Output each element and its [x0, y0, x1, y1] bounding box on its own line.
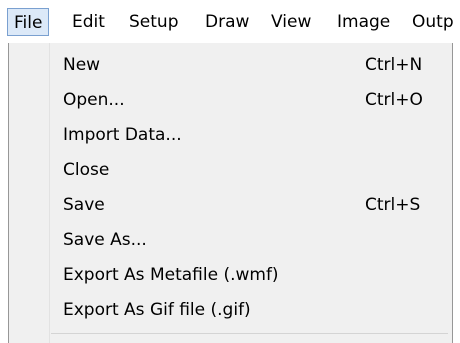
menu-item-shortcut: Ctrl+S — [365, 195, 421, 215]
menu-bar: File Edit Setup Draw View Image Outp — [0, 0, 460, 43]
menu-setup[interactable]: Setup — [123, 8, 184, 36]
menu-item-export-gif[interactable]: Export As Gif file (.gif) — [9, 294, 452, 326]
menu-item-label: Export As Metafile (.wmf) — [63, 265, 279, 285]
menu-separator — [51, 333, 448, 334]
menu-item-label: Save — [63, 195, 105, 215]
menu-item-export-metafile[interactable]: Export As Metafile (.wmf) — [9, 259, 452, 291]
menu-file[interactable]: File — [7, 8, 50, 36]
menu-view[interactable]: View — [265, 8, 317, 36]
menu-item-close[interactable]: Close — [9, 154, 452, 186]
menu-image[interactable]: Image — [331, 8, 396, 36]
menu-item-save[interactable]: Save Ctrl+S — [9, 189, 452, 221]
menu-edit[interactable]: Edit — [66, 8, 111, 36]
menu-item-save-as[interactable]: Save As... — [9, 224, 452, 256]
file-dropdown-menu: New Ctrl+N Open... Ctrl+O Import Data...… — [8, 43, 453, 343]
menu-item-shortcut: Ctrl+O — [365, 90, 423, 110]
menu-item-label: Close — [63, 160, 110, 180]
menu-item-label: New — [63, 55, 101, 75]
menu-item-open[interactable]: Open... Ctrl+O — [9, 84, 452, 116]
menu-item-label: Open... — [63, 90, 125, 110]
menu-item-new[interactable]: New Ctrl+N — [9, 49, 452, 81]
menu-item-label: Import Data... — [63, 125, 182, 145]
menu-item-label: Save As... — [63, 230, 147, 250]
menu-item-label: Export As Gif file (.gif) — [63, 300, 251, 320]
menu-item-shortcut: Ctrl+N — [365, 55, 423, 75]
menu-item-import-data[interactable]: Import Data... — [9, 119, 452, 151]
menu-draw[interactable]: Draw — [199, 8, 255, 36]
menu-output[interactable]: Outp — [406, 8, 460, 36]
